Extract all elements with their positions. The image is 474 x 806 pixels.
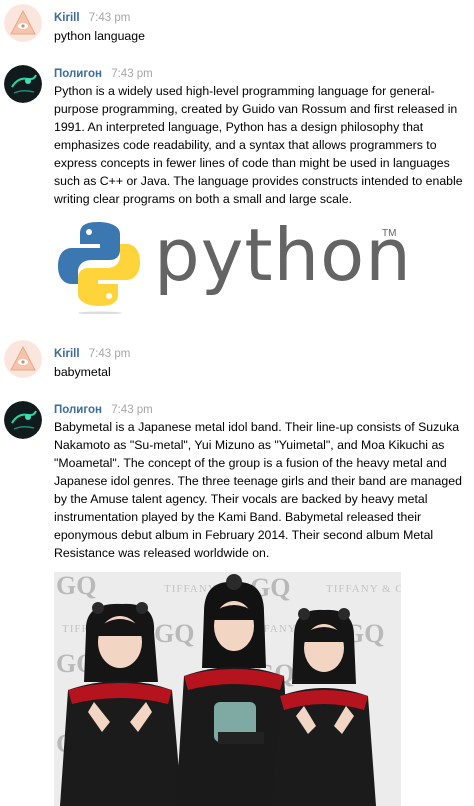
- triangle-eye-avatar-icon: [4, 4, 42, 42]
- kirill-avatar[interactable]: [4, 340, 42, 378]
- message-bot-babymetal: Полигон 7:43 pm Babymetal is a Japanese …: [0, 396, 474, 570]
- message-text: Python is a widely used high-level progr…: [54, 84, 463, 206]
- message-time: 7:43 pm: [111, 68, 153, 80]
- sender-line: Kirill 7:43 pm: [54, 348, 130, 360]
- python-logo-image[interactable]: python TM: [54, 213, 414, 314]
- backdrop-brand-text: TIFFANY & Co.: [326, 583, 401, 595]
- poligon-bot-avatar-icon: [4, 65, 42, 103]
- sender-name[interactable]: Полигон: [54, 404, 102, 416]
- sender-name[interactable]: Kirill: [54, 12, 80, 24]
- trademark-symbol: TM: [382, 228, 397, 239]
- triangle-eye-avatar-icon: [4, 340, 42, 378]
- bot-avatar[interactable]: [4, 401, 42, 439]
- kirill-avatar[interactable]: [4, 4, 42, 42]
- python-snake-logo-icon: [58, 222, 140, 314]
- message-time: 7:43 pm: [88, 348, 131, 360]
- backdrop-gq-text: GQ: [154, 619, 194, 648]
- sender-line: Полигон 7:43 pm: [54, 404, 153, 416]
- poligon-bot-avatar-icon: [4, 401, 42, 439]
- python-wordmark: python: [154, 213, 412, 297]
- sender-line: Полигон 7:43 pm: [54, 68, 153, 80]
- message-time: 7:43 pm: [111, 404, 153, 416]
- sender-name[interactable]: Kirill: [54, 348, 80, 360]
- message-text: Babymetal is a Japanese metal idol band.…: [54, 420, 462, 560]
- backdrop-gq-text: GQ: [56, 572, 96, 600]
- band-photo-illustration: GQ GQ GQ GQ GQ GQ GQ TIFFANY & Co. TIFFA…: [54, 572, 401, 806]
- bot-avatar[interactable]: [4, 65, 42, 103]
- babymetal-photo[interactable]: GQ GQ GQ GQ GQ GQ GQ TIFFANY & Co. TIFFA…: [54, 572, 401, 806]
- message-text: python language: [54, 29, 145, 43]
- message-kirill-1: Kirill 7:43 pm python language: [0, 0, 474, 50]
- sender-name[interactable]: Полигон: [54, 68, 102, 80]
- sender-line: Kirill 7:43 pm: [54, 12, 130, 24]
- message-text: babymetal: [54, 365, 111, 379]
- message-kirill-2: Kirill 7:43 pm babymetal: [0, 336, 474, 386]
- message-time: 7:43 pm: [88, 12, 131, 24]
